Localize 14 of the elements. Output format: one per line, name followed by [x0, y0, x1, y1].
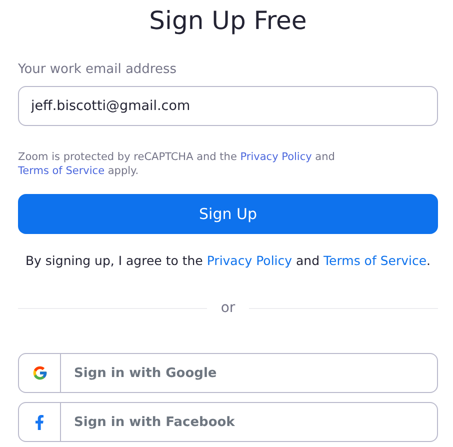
- google-icon: [32, 365, 48, 381]
- agreement-text: By signing up, I agree to the Privacy Policy and Terms of Service.: [24, 252, 432, 270]
- policy-link[interactable]: Terms of Service: [18, 165, 105, 177]
- social-sign-in-button[interactable]: Sign in with Facebook: [18, 402, 438, 442]
- divider-text: or: [220, 300, 236, 316]
- sign-up-button[interactable]: Sign Up: [18, 194, 438, 234]
- page-title: Sign Up Free: [148, 5, 308, 37]
- policy-link[interactable]: Terms of Service: [324, 253, 427, 268]
- policy-link[interactable]: Privacy Policy: [240, 151, 312, 163]
- field-label: Your work email address: [18, 62, 177, 78]
- email-field[interactable]: jeff.biscotti@gmail.com: [18, 86, 438, 126]
- policy-link[interactable]: Privacy Policy: [206, 253, 292, 268]
- recaptcha-notice: Zoom is protected by reCAPTCHA and the Privacy Policy and Terms of Service apply.: [18, 150, 336, 178]
- social-sign-in-button[interactable]: Sign in with Google: [18, 353, 438, 393]
